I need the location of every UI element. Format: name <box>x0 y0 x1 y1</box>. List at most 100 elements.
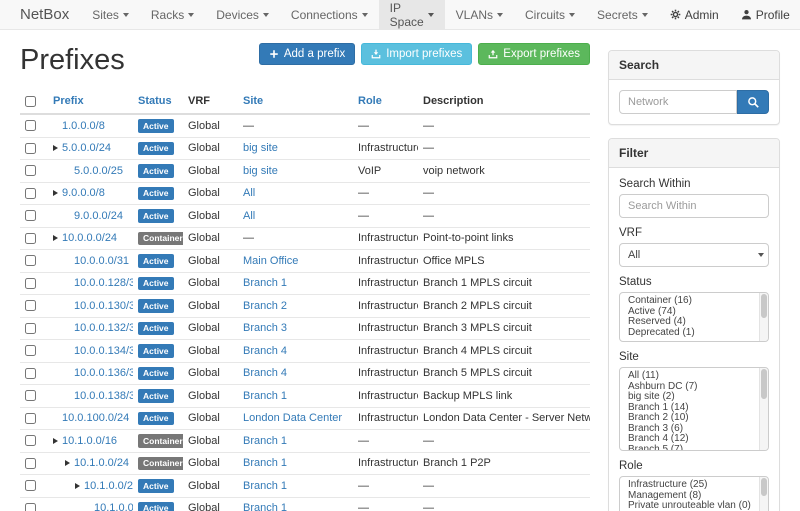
status-badge: Active <box>138 142 174 156</box>
site-link[interactable]: All <box>243 187 255 199</box>
scrollbar[interactable] <box>759 368 768 450</box>
role-listbox[interactable]: Infrastructure (25) Management (8) Priva… <box>619 476 769 511</box>
prefix-link[interactable]: 10.0.0.130/31 <box>74 300 133 312</box>
nav-item-racks[interactable]: Racks <box>140 0 205 29</box>
site-option[interactable]: Branch 2 (10) <box>628 413 758 424</box>
site-link[interactable]: Branch 2 <box>243 300 287 312</box>
row-checkbox[interactable] <box>25 233 36 244</box>
prefix-link[interactable]: 5.0.0.0/25 <box>74 165 123 177</box>
row-checkbox[interactable] <box>25 278 36 289</box>
prefix-link[interactable]: 10.0.0.0/31 <box>74 255 129 267</box>
row-checkbox[interactable] <box>25 345 36 356</box>
status-option[interactable]: Deprecated (1) <box>628 328 758 339</box>
site-option[interactable]: All (11) <box>628 371 758 382</box>
status-option[interactable]: Container (16) <box>628 296 758 307</box>
site-link[interactable]: big site <box>243 142 278 154</box>
site-link[interactable]: Branch 1 <box>243 480 287 492</box>
status-listbox[interactable]: Container (16) Active (74) Reserved (4) … <box>619 292 769 342</box>
site-option[interactable]: Branch 5 (7) <box>628 445 758 452</box>
nav-item-sites[interactable]: Sites <box>81 0 140 29</box>
site-link[interactable]: Branch 1 <box>243 457 287 469</box>
prefix-link[interactable]: 10.0.0.138/31 <box>74 390 133 402</box>
row-checkbox[interactable] <box>25 143 36 154</box>
sort-site-header[interactable]: Site <box>243 95 263 107</box>
site-link[interactable]: Branch 4 <box>243 367 287 379</box>
row-checkbox[interactable] <box>25 255 36 266</box>
nav-item-profile[interactable]: Profile <box>730 0 800 29</box>
sort-prefix-header[interactable]: Prefix <box>53 95 84 107</box>
nav-item-secrets[interactable]: Secrets <box>586 0 659 29</box>
prefix-link[interactable]: 10.0.0.136/31 <box>74 367 133 379</box>
prefix-link[interactable]: 10.0.0.134/31 <box>74 345 133 357</box>
prefix-link[interactable]: 10.1.0.0/26 <box>94 502 133 511</box>
row-checkbox[interactable] <box>25 503 36 511</box>
site-link[interactable]: Main Office <box>243 255 298 267</box>
site-link[interactable]: big site <box>243 165 278 177</box>
prefix-link[interactable]: 5.0.0.0/24 <box>62 142 111 154</box>
row-checkbox[interactable] <box>25 480 36 491</box>
site-option[interactable]: Branch 4 (12) <box>628 434 758 445</box>
export-prefixes-button[interactable]: Export prefixes <box>478 43 590 65</box>
row-checkbox[interactable] <box>25 323 36 334</box>
row-checkbox[interactable] <box>25 165 36 176</box>
prefix-link[interactable]: 10.0.0.0/24 <box>62 232 117 244</box>
prefix-link[interactable]: 10.1.0.0/16 <box>62 435 117 447</box>
role-option[interactable]: Private unrouteable vlan (0) <box>628 501 758 511</box>
vrf-select[interactable]: All <box>619 243 769 267</box>
prefix-link[interactable]: 10.0.0.132/31 <box>74 322 133 334</box>
sort-status-header[interactable]: Status <box>138 95 172 107</box>
site-option[interactable]: big site (2) <box>628 392 758 403</box>
site-link[interactable]: Branch 1 <box>243 390 287 402</box>
status-option[interactable]: Reserved (4) <box>628 317 758 328</box>
nav-item-vlans[interactable]: VLANs <box>445 0 514 29</box>
prefix-link[interactable]: 9.0.0.0/24 <box>74 210 123 222</box>
nav-item-devices[interactable]: Devices <box>205 0 280 29</box>
row-checkbox[interactable] <box>25 120 36 131</box>
site-link[interactable]: Branch 1 <box>243 502 287 511</box>
vrf-cell: Global <box>183 182 238 205</box>
role-option[interactable]: Infrastructure (25) <box>628 480 758 491</box>
site-link[interactable]: London Data Center <box>243 412 342 424</box>
search-input[interactable] <box>619 90 737 114</box>
nav-item-admin[interactable]: Admin <box>659 0 730 29</box>
site-listbox[interactable]: All (11) Ashburn DC (7) big site (2) Bra… <box>619 367 769 451</box>
row-checkbox[interactable] <box>25 435 36 446</box>
row-checkbox[interactable] <box>25 210 36 221</box>
nav-label: Secrets <box>597 8 638 22</box>
nav-item-ip-space[interactable]: IP Space <box>379 0 445 29</box>
prefix-link[interactable]: 10.1.0.0/24 <box>74 457 129 469</box>
nav-item-connections[interactable]: Connections <box>280 0 379 29</box>
site-link[interactable]: Branch 1 <box>243 435 287 447</box>
site-link[interactable]: Branch 4 <box>243 345 287 357</box>
sort-role-header[interactable]: Role <box>358 95 382 107</box>
search-button[interactable] <box>737 90 769 114</box>
prefix-link[interactable]: 1.0.0.0/8 <box>62 120 105 132</box>
description-cell: Office MPLS <box>418 250 590 273</box>
prefix-link[interactable]: 9.0.0.0/8 <box>62 187 105 199</box>
row-checkbox[interactable] <box>25 390 36 401</box>
scrollbar[interactable] <box>759 293 768 341</box>
row-checkbox[interactable] <box>25 188 36 199</box>
select-all-checkbox[interactable] <box>25 96 36 107</box>
row-checkbox[interactable] <box>25 300 36 311</box>
row-checkbox[interactable] <box>25 458 36 469</box>
brand-logo[interactable]: NetBox <box>10 0 81 29</box>
table-row: 10.0.100.0/24 Active Global London Data … <box>20 407 590 430</box>
scrollbar-thumb[interactable] <box>761 294 767 318</box>
prefix-link[interactable]: 10.0.0.128/31 <box>74 277 133 289</box>
site-link[interactable]: Branch 3 <box>243 322 287 334</box>
nav-item-circuits[interactable]: Circuits <box>514 0 586 29</box>
site-link[interactable]: Branch 1 <box>243 277 287 289</box>
add-prefix-button[interactable]: Add a prefix <box>259 43 355 65</box>
scrollbar-thumb[interactable] <box>761 478 767 496</box>
row-checkbox[interactable] <box>25 413 36 424</box>
prefix-link[interactable]: 10.1.0.0/25 <box>84 480 133 492</box>
expand-arrow-icon <box>53 142 62 154</box>
row-checkbox[interactable] <box>25 368 36 379</box>
import-prefixes-button[interactable]: Import prefixes <box>361 43 472 65</box>
scrollbar[interactable] <box>759 477 768 511</box>
site-link[interactable]: All <box>243 210 255 222</box>
search-within-input[interactable] <box>619 194 769 218</box>
prefix-link[interactable]: 10.0.100.0/24 <box>62 412 129 424</box>
scrollbar-thumb[interactable] <box>761 369 767 399</box>
